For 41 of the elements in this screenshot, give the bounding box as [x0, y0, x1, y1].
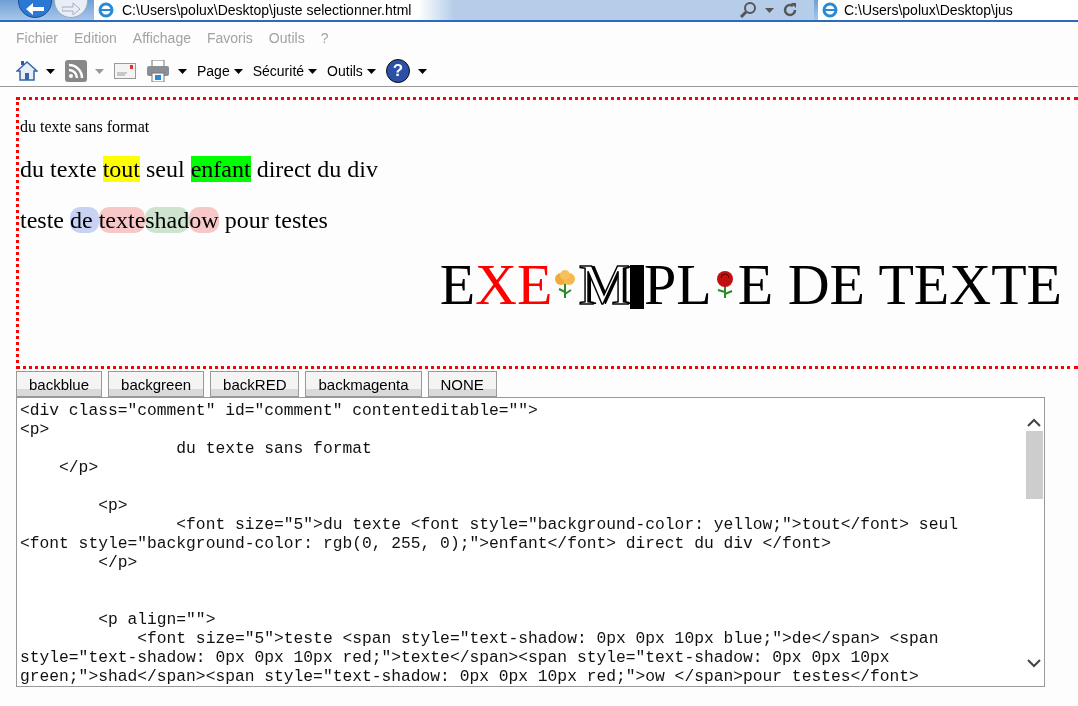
browser-tab[interactable]: C:\Users\polux\Desktop\jus	[818, 0, 1078, 20]
address-bar[interactable]: C:\Users\polux\Desktop\juste selectionner.html	[94, 0, 814, 20]
heading-letters: XE	[475, 254, 553, 316]
browser-logo-icon	[822, 2, 838, 18]
editable-area[interactable]: du texte sans format du texte tout seul enfant direct du div teste de texteshadow pour testes EXE M PL E DE TEXTE	[16, 97, 1078, 369]
search-icon[interactable]	[739, 2, 757, 18]
back-arrow-icon[interactable]	[26, 3, 44, 15]
format-button[interactable]: backblue	[16, 371, 103, 397]
plain-text: du texte sans format	[20, 118, 151, 136]
printer-icon[interactable]	[146, 60, 170, 82]
dropdown-icon[interactable]	[765, 7, 774, 13]
heading-letters: M	[578, 254, 630, 316]
highlighted-text: du texte tout seul enfant direct du div	[20, 156, 379, 183]
caret-icon	[308, 68, 318, 74]
heading-letters: P	[644, 254, 677, 316]
toolbar-menu-button[interactable]: Page	[197, 63, 243, 79]
format-button[interactable]: NONE	[427, 371, 497, 397]
feed-icon[interactable]	[65, 60, 87, 82]
caret-icon	[178, 68, 187, 74]
format-button[interactable]: backRED	[210, 371, 300, 397]
format-button[interactable]: backgreen	[108, 371, 205, 397]
caret-icon	[417, 68, 427, 74]
caret-icon	[95, 68, 104, 74]
heading-letters: E DE TEXTE	[737, 254, 1062, 316]
caret-icon	[46, 68, 55, 74]
format-button[interactable]: backmagenta	[305, 371, 422, 397]
toolbar-menu-button[interactable]: Outils	[327, 63, 376, 79]
address-text: C:\Users\polux\Desktop\juste selectionner.html	[122, 2, 412, 18]
toolbar-menu-button[interactable]: Sécurité	[252, 63, 318, 79]
refresh-icon[interactable]	[782, 2, 798, 18]
tab-title: C:\Users\polux\Desktop\jus	[844, 2, 1013, 18]
heading-letters: E	[439, 254, 476, 316]
browser-logo-icon	[98, 2, 114, 18]
caret-icon	[366, 68, 376, 74]
selection-block	[630, 265, 644, 309]
shadowed-text: teste de texteshadow pour testes	[20, 207, 329, 234]
heading-letters: L	[676, 254, 712, 316]
help-button[interactable]: ?	[385, 59, 410, 83]
mail-icon[interactable]	[114, 63, 136, 79]
caret-icon	[233, 68, 243, 74]
home-icon[interactable]	[16, 61, 38, 81]
